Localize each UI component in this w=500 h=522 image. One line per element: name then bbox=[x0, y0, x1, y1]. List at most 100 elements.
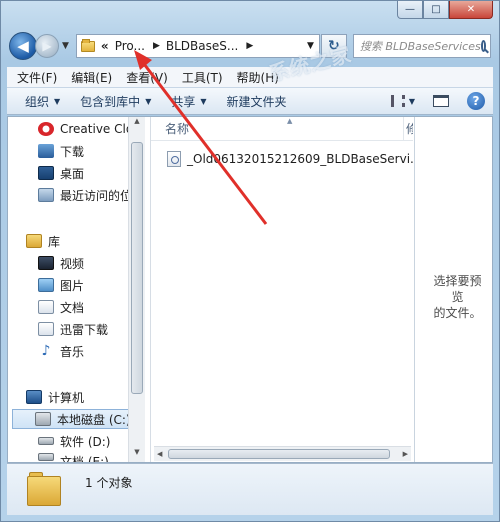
scroll-left-icon[interactable]: ◀ bbox=[157, 447, 162, 461]
folder-icon bbox=[80, 38, 95, 52]
new-folder-label: 新建文件夹 bbox=[226, 94, 287, 109]
sidebar-item-drive-c[interactable]: 本地磁盘 (C:) bbox=[12, 409, 136, 429]
sidebar-item-label: 音乐 bbox=[60, 344, 85, 359]
sidebar-item-recent[interactable]: 最近访问的位 bbox=[38, 185, 132, 205]
sidebar-item-label: 迅雷下载 bbox=[60, 322, 109, 337]
scroll-up-icon[interactable]: ▲ bbox=[129, 117, 145, 131]
arrow-left-icon: ◀ bbox=[17, 37, 29, 55]
sidebar-item-label: 计算机 bbox=[48, 390, 85, 405]
sidebar-item-drive-e[interactable]: 文档 (E:) bbox=[38, 453, 109, 462]
sort-arrow-icon: ▲ bbox=[287, 117, 293, 125]
chevron-down-icon: ▼ bbox=[54, 96, 61, 106]
desktop-icon bbox=[38, 166, 54, 180]
menu-bar: 文件(F) 编辑(E) 查看(V) 工具(T) 帮助(H) bbox=[7, 67, 493, 87]
menu-view[interactable]: 查看(V) bbox=[126, 69, 168, 86]
chevron-down-icon: ▼ bbox=[200, 96, 207, 106]
minimize-button[interactable]: — bbox=[397, 1, 423, 19]
menu-tools[interactable]: 工具(T) bbox=[182, 69, 223, 86]
scroll-down-icon[interactable]: ▼ bbox=[129, 448, 145, 462]
horizontal-scrollbar[interactable]: ◀ ▶ bbox=[154, 446, 411, 461]
preview-text-line: 的文件。 bbox=[433, 306, 482, 320]
sidebar-item-label: 文档 bbox=[60, 300, 85, 315]
sidebar-libraries-header[interactable]: 库 bbox=[26, 231, 60, 251]
maximize-button[interactable]: □ bbox=[423, 1, 449, 19]
sidebar-item-label: 图片 bbox=[60, 278, 85, 293]
library-icon bbox=[26, 234, 42, 248]
file-icon bbox=[167, 151, 181, 167]
sidebar-computer-header[interactable]: 计算机 bbox=[26, 387, 84, 407]
sidebar-item-label: 本地磁盘 (C:) bbox=[57, 412, 131, 427]
download-folder-icon bbox=[38, 144, 54, 158]
video-icon bbox=[38, 256, 54, 270]
navigation-bar: ◀ ▶ ▼ « Pro... ▶ BLDBaseS... ▶ ▼ ↻ 搜索 BL… bbox=[9, 31, 491, 61]
breadcrumb-item[interactable]: BLDBaseS... bbox=[166, 39, 238, 53]
column-header-modified[interactable]: 修 bbox=[403, 116, 413, 141]
new-folder-button[interactable]: 新建文件夹 bbox=[227, 93, 287, 110]
share-button[interactable]: 共享 ▼ bbox=[171, 93, 206, 110]
menu-edit[interactable]: 编辑(E) bbox=[71, 69, 112, 86]
sidebar-item-label: 视频 bbox=[60, 256, 85, 271]
scrollbar-thumb[interactable] bbox=[131, 142, 143, 394]
sidebar-item-videos[interactable]: 视频 bbox=[38, 253, 84, 273]
chevron-right-icon[interactable]: ▶ bbox=[246, 41, 253, 51]
sidebar-item-label: 库 bbox=[48, 234, 61, 249]
help-icon[interactable]: ? bbox=[467, 92, 485, 110]
recent-places-icon bbox=[38, 188, 54, 202]
search-icon[interactable] bbox=[480, 40, 486, 52]
sidebar-item-thunder-downloads[interactable]: 迅雷下载 bbox=[38, 319, 108, 339]
sidebar-item-drive-d[interactable]: 软件 (D:) bbox=[38, 431, 110, 451]
sidebar-item-label: 文档 (E:) bbox=[60, 455, 109, 462]
include-label: 包含到库中 bbox=[80, 94, 141, 109]
recent-pages-dropdown[interactable]: ▼ bbox=[62, 41, 69, 51]
menu-file[interactable]: 文件(F) bbox=[17, 69, 57, 86]
organize-button[interactable]: 组织 ▼ bbox=[25, 93, 60, 110]
sidebar-item-label: 最近访问的位 bbox=[60, 188, 133, 203]
sidebar-item-label: Creative Clo bbox=[60, 122, 134, 136]
explorer-window: — □ ✕ ◀ ▶ ▼ « Pro... ▶ BLDBaseS... ▶ ▼ ↻… bbox=[0, 0, 500, 522]
folder-icon bbox=[27, 470, 61, 506]
sidebar-item-music[interactable]: ♪ 音乐 bbox=[38, 341, 84, 361]
view-icon[interactable] bbox=[390, 95, 405, 107]
scroll-right-icon[interactable]: ▶ bbox=[403, 447, 408, 461]
preview-message: 选择要预览 的文件。 bbox=[429, 273, 486, 321]
share-label: 共享 bbox=[171, 94, 196, 109]
content-area: Creative Clo 下载 桌面 最近访问的位 库 视频 图片 文档 迅雷下… bbox=[7, 116, 493, 463]
sidebar-item-pictures[interactable]: 图片 bbox=[38, 275, 84, 295]
column-header-name[interactable]: 名称 bbox=[165, 120, 189, 137]
sidebar-item-creative-cloud[interactable]: Creative Clo bbox=[38, 119, 133, 139]
window-controls: — □ ✕ bbox=[397, 1, 493, 19]
file-name: _Old06132015212609_BLDBaseServi... bbox=[187, 152, 422, 166]
file-list: 名称 ▲ 修 _Old06132015212609_BLDBaseServi..… bbox=[150, 116, 427, 462]
preview-pane-icon[interactable] bbox=[433, 95, 449, 107]
arrow-right-icon: ▶ bbox=[42, 39, 52, 53]
drive-icon bbox=[38, 437, 54, 445]
breadcrumb-item[interactable]: Pro... bbox=[115, 39, 145, 53]
sidebar-scrollbar[interactable]: ▲ ▼ bbox=[128, 117, 145, 462]
documents-icon bbox=[38, 322, 54, 336]
sidebar-item-downloads[interactable]: 下载 bbox=[38, 141, 84, 161]
forward-button[interactable]: ▶ bbox=[35, 34, 59, 58]
include-in-library-button[interactable]: 包含到库中 ▼ bbox=[80, 93, 151, 110]
item-count: 1 个对象 bbox=[85, 476, 133, 490]
column-header: 名称 ▲ 修 bbox=[151, 116, 413, 141]
drive-icon bbox=[38, 453, 54, 461]
documents-icon bbox=[38, 300, 54, 314]
file-row[interactable]: _Old06132015212609_BLDBaseServi... 2 bbox=[167, 151, 427, 167]
scrollbar-thumb[interactable] bbox=[168, 449, 390, 459]
computer-icon bbox=[26, 390, 42, 404]
search-input[interactable]: 搜索 BLDBaseServices bbox=[352, 34, 491, 58]
sidebar-item-label: 桌面 bbox=[60, 166, 85, 181]
preview-text-line: 选择要预览 bbox=[433, 274, 482, 304]
chevron-right-icon[interactable]: ▶ bbox=[153, 41, 160, 51]
sidebar-item-label: 软件 (D:) bbox=[60, 434, 111, 449]
back-button[interactable]: ◀ bbox=[9, 32, 37, 60]
command-bar: 组织 ▼ 包含到库中 ▼ 共享 ▼ 新建文件夹 ▼ ? bbox=[7, 87, 493, 115]
sidebar-item-desktop[interactable]: 桌面 bbox=[38, 163, 84, 183]
sidebar-item-documents[interactable]: 文档 bbox=[38, 297, 84, 317]
breadcrumb-overflow[interactable]: « bbox=[101, 39, 109, 53]
pictures-icon bbox=[38, 278, 54, 292]
creative-cloud-icon bbox=[38, 122, 54, 136]
view-dropdown[interactable]: ▼ bbox=[409, 97, 415, 106]
details-pane: 1 个对象 bbox=[7, 463, 493, 515]
close-button[interactable]: ✕ bbox=[449, 1, 493, 19]
